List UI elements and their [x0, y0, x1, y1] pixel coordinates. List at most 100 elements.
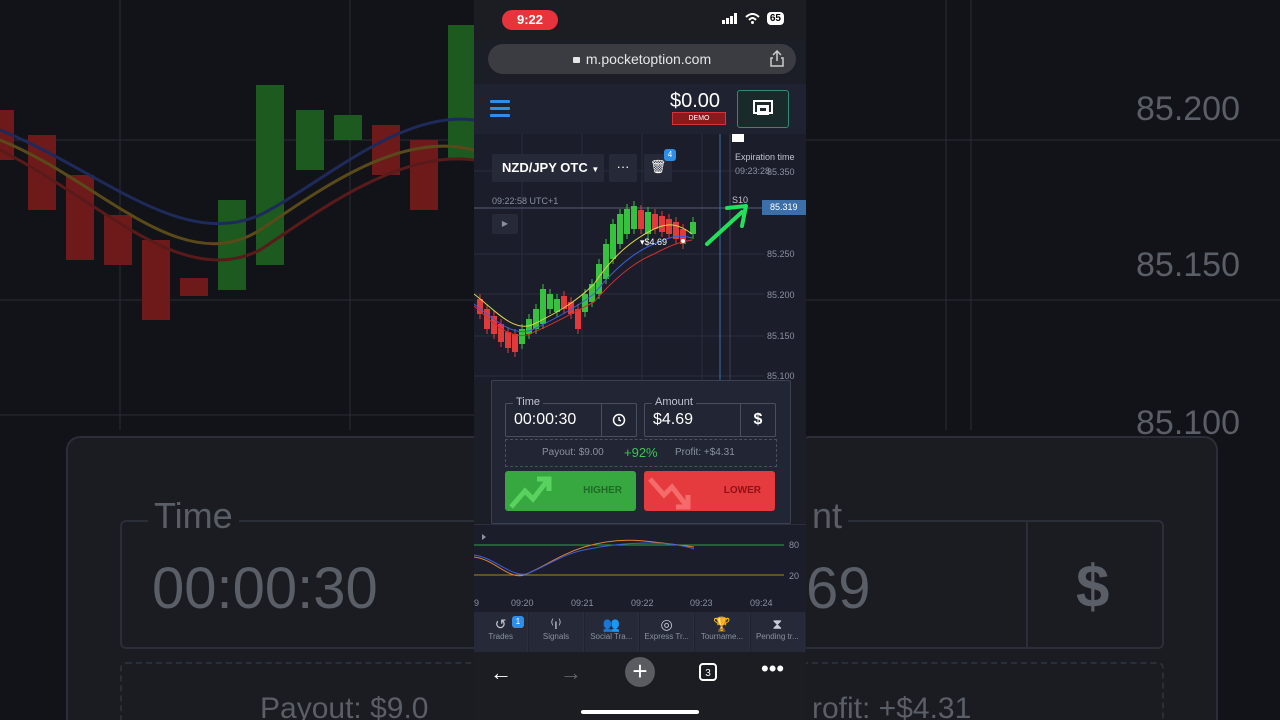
- trend-up-icon: [509, 476, 552, 509]
- status-time: 9:22: [502, 10, 558, 30]
- cellular-signal-icon: [721, 13, 737, 24]
- background-profit-text: rofit: +$4.31: [812, 692, 972, 720]
- bottom-tab-bar: ↺ Trades 1 ⁽ı⁾ Signals 👥 Social Tra... ◎ Expr…: [474, 612, 806, 652]
- payout-percent: +92%: [624, 445, 658, 460]
- asset-selector[interactable]: NZD/JPY OTC ▼: [492, 154, 604, 182]
- payout-box: Payout: $9.00 +92% Profit: +$4.31: [505, 439, 777, 467]
- status-bar: 9:22 65: [474, 0, 806, 40]
- share-icon[interactable]: [770, 50, 784, 67]
- account-type-badge[interactable]: DEMO: [672, 112, 726, 125]
- asset-name: NZD/JPY OTC: [502, 160, 588, 175]
- tab-pending-trades[interactable]: ⧗ Pending tr...: [750, 612, 805, 652]
- users-icon: 👥: [602, 616, 621, 632]
- tab-label: Express Tr...: [644, 632, 689, 641]
- time-label: Time: [513, 396, 544, 408]
- tab-social-trading[interactable]: 👥 Social Tra...: [584, 612, 639, 652]
- amount-value[interactable]: $4.69: [653, 411, 693, 429]
- lower-label: LOWER: [723, 485, 761, 496]
- background-right: 85.200 85.150 85.100 $ nt 69 rofit: +$4.…: [806, 0, 1280, 720]
- time-value[interactable]: 00:00:30: [514, 411, 576, 429]
- home-indicator: [581, 710, 699, 714]
- lower-button[interactable]: LOWER: [644, 471, 775, 511]
- amount-label: Amount: [652, 396, 696, 408]
- new-tab-icon[interactable]: +: [625, 657, 655, 687]
- chart-timestamp: 09:22:58 UTC+1: [492, 196, 559, 206]
- tab-label: Signals: [542, 632, 570, 641]
- hourglass-icon: ⧗: [772, 616, 783, 632]
- annotation-arrow: [705, 204, 748, 246]
- tab-label: Tourname...: [700, 632, 744, 641]
- phone-screen: 9:22 65 m.pocketoption.com $0.00 DEMO NZ…: [474, 0, 806, 720]
- background-amount-value: 69: [806, 556, 871, 621]
- cashier-button[interactable]: [737, 90, 789, 128]
- status-icons: 65: [721, 12, 784, 25]
- oscillator-level-20: 20: [789, 571, 800, 581]
- menu-icon[interactable]: [490, 100, 510, 121]
- play-button[interactable]: ▶: [492, 214, 518, 234]
- battery-icon: 65: [766, 12, 784, 25]
- back-arrow-icon[interactable]: ←: [490, 660, 512, 686]
- forward-arrow-icon[interactable]: →: [560, 660, 582, 686]
- higher-label: HIGHER: [583, 485, 622, 496]
- tab-signals[interactable]: ⁽ı⁾ Signals: [529, 612, 584, 652]
- url-container: m.pocketoption.com: [488, 51, 796, 67]
- tab-express-trades[interactable]: ◎ Express Tr...: [639, 612, 695, 652]
- background-left: Time 00:00:30 Payout: $9.0: [0, 0, 474, 720]
- background-time-value: 00:00:30: [152, 556, 378, 621]
- address-bar[interactable]: m.pocketoption.com: [488, 44, 796, 74]
- more-menu-icon[interactable]: •••: [761, 656, 784, 682]
- background-amount-label: nt: [806, 495, 849, 537]
- trade-marker: ▾$4.69: [640, 237, 668, 247]
- price-label: 85.200: [767, 290, 795, 300]
- payout-text: Payout: $9.00: [542, 447, 604, 458]
- tab-label: Social Tra...: [590, 632, 633, 641]
- trade-panel: Time 00:00:30 Amount $4.69 $ Payout: $9.…: [491, 380, 791, 524]
- atm-icon: [753, 100, 773, 115]
- higher-button[interactable]: HIGHER: [505, 471, 636, 511]
- time-axis-label: 09:23: [690, 598, 713, 608]
- app-header: $0.00 DEMO: [474, 84, 806, 135]
- tab-tournaments[interactable]: 🏆 Tourname...: [695, 612, 750, 652]
- tab-trades[interactable]: ↺ Trades 1: [474, 612, 529, 652]
- trades-badge: 1: [512, 616, 524, 628]
- target-icon: ◎: [660, 616, 673, 632]
- background-price-1: 85.200: [1136, 90, 1240, 128]
- time-axis-label: 09:21: [571, 598, 594, 608]
- tab-label: Trades: [488, 632, 513, 641]
- amount-field[interactable]: Amount $4.69 $: [644, 396, 776, 437]
- lock-icon: [572, 57, 580, 63]
- currency-button[interactable]: $: [740, 404, 775, 436]
- background-price-2: 85.150: [1136, 246, 1240, 284]
- background-time-label: Time: [148, 495, 239, 537]
- expiration-value: 09:23:28: [735, 166, 771, 176]
- trend-down-icon: [648, 477, 691, 510]
- browser-toolbar: ← → + 3 •••: [474, 652, 806, 720]
- price-marker: S10: [732, 195, 749, 205]
- oscillator-panel[interactable]: 80 20 9 09:20 09:21 09:22 09:23 09:24: [474, 524, 806, 613]
- time-axis-label: 9: [474, 598, 480, 608]
- balance[interactable]: $0.00: [670, 90, 720, 113]
- chevron-down-icon: ▼: [591, 165, 600, 174]
- price-label: 85.350: [767, 167, 795, 177]
- more-options-button[interactable]: ···: [609, 154, 637, 182]
- profit-text: Profit: +$4.31: [675, 447, 735, 458]
- price-chart[interactable]: NZD/JPY OTC ▼ ··· 🗑 4 09:22:58 UTC+1 ▶ E…: [474, 134, 806, 384]
- current-price-tag: 85.319: [762, 200, 806, 215]
- url-text: m.pocketoption.com: [585, 51, 712, 67]
- clock-icon: [612, 413, 626, 427]
- wifi-icon: [745, 13, 760, 24]
- price-label: 85.250: [767, 249, 795, 259]
- background-payout-text: Payout: $9.0: [260, 692, 429, 720]
- background-currency-symbol: $: [1076, 553, 1110, 620]
- clock-button[interactable]: [601, 404, 636, 436]
- trash-badge: 4: [664, 149, 676, 161]
- expiration-label: Expiration time: [735, 152, 795, 162]
- trash-icon: 🗑: [649, 159, 667, 174]
- tab-label: Pending tr...: [755, 632, 799, 641]
- oscillator-level-80: 80: [789, 540, 800, 550]
- price-label: 85.150: [767, 331, 795, 341]
- signal-icon: ⁽ı⁾: [550, 616, 562, 632]
- time-axis-label: 09:20: [511, 598, 534, 608]
- tab-count-button[interactable]: 3: [699, 663, 717, 681]
- time-field[interactable]: Time 00:00:30: [505, 396, 637, 437]
